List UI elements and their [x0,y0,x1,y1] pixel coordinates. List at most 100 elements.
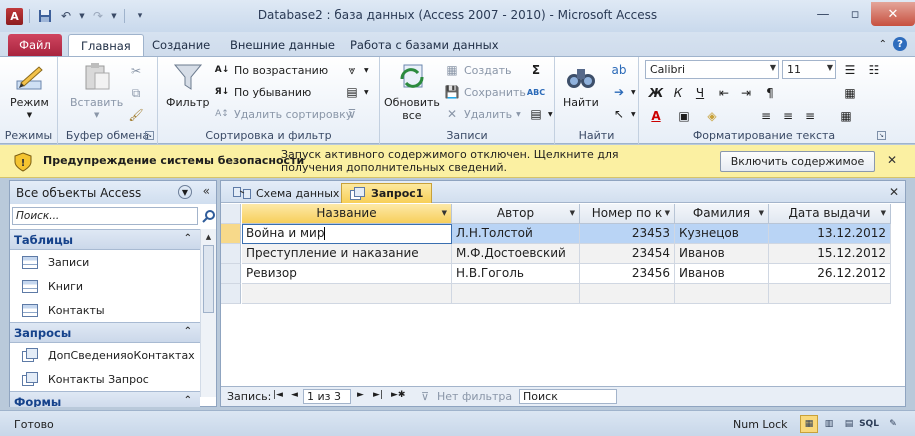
paste-button[interactable]: Вставить ▼ [70,61,123,122]
nav-item-query[interactable]: Контакты Запрос [10,367,200,391]
tab-database-tools[interactable]: Работа с базами данных [338,34,511,56]
table-cell[interactable]: 15.12.2012 [769,244,891,264]
chevron-down-icon[interactable]: ▼ [442,209,447,217]
filter-status-button[interactable]: Нет фильтра [437,390,512,403]
font-name-combo[interactable]: Calibri ▼ [645,60,779,79]
dialog-launcher-icon[interactable]: ↘ [145,131,154,140]
sort-ascending-button[interactable]: A↓ По возрастанию [214,60,328,80]
select-all-cell[interactable] [221,204,241,224]
table-cell[interactable]: Л.Н.Толстой [452,224,580,244]
record-search-input[interactable]: Поиск [519,389,617,404]
chevron-down-icon[interactable]: ▼ [178,185,192,199]
nav-item-table[interactable]: Контакты [10,298,200,322]
table-cell[interactable]: Ревизор [242,264,452,284]
column-header[interactable]: Дата выдачи ▼ [769,204,891,224]
first-record-icon[interactable]: |◄ [273,390,283,400]
indent-increase-button[interactable]: ⇥ [735,83,757,103]
table-row[interactable]: Война и мир Л.Н.Толстой 23453 Кузнецов 1… [221,224,905,244]
nav-group-tables[interactable]: Таблицы ⌃ [10,229,200,250]
italic-button[interactable]: К [667,83,689,103]
find-button[interactable]: Найти [563,61,599,109]
close-icon[interactable]: ✕ [889,185,899,199]
refresh-all-button[interactable]: Обновить все [384,61,440,122]
chevron-down-icon[interactable]: ▼ [759,209,764,217]
prev-record-icon[interactable]: ◄ [291,390,298,400]
enable-content-button[interactable]: Включить содержимое [720,151,875,172]
chevron-down-icon[interactable]: ▼ [570,209,575,217]
column-header[interactable]: Автор ▼ [452,204,580,224]
nav-item-table[interactable]: Записи [10,250,200,274]
highlight-button[interactable]: ▦ [839,83,861,103]
pivot-table-view-icon[interactable]: ▥ [820,415,838,433]
replace-button[interactable]: ab [611,60,627,80]
bullets-button[interactable]: ☰ [839,60,861,80]
table-cell[interactable] [242,284,452,304]
row-selector[interactable] [221,284,241,304]
sort-descending-button[interactable]: Я↓ По убыванию [214,82,312,102]
format-painter-button[interactable]: 🖌 [128,105,144,125]
table-cell[interactable] [675,284,769,304]
new-record-icon[interactable]: ►✱ [391,390,405,400]
font-size-combo[interactable]: 11 ▼ [782,60,836,79]
tab-file[interactable]: Файл [8,34,62,56]
nav-scrollbar[interactable]: ▲ [200,229,216,397]
align-center-button[interactable]: ≡ [777,106,799,126]
doc-tab-relationships[interactable]: Схема данных [225,183,347,203]
column-header[interactable]: Фамилия ▼ [675,204,769,224]
copy-button[interactable]: ⧉ [128,83,144,103]
maximize-icon[interactable]: ▫ [839,2,871,26]
indent-decrease-button[interactable]: ⇤ [713,83,735,103]
pivot-chart-view-icon[interactable]: ▤ [840,415,858,433]
fill-color-button[interactable]: ▣ [673,106,695,126]
nav-group-queries[interactable]: Запросы ⌃ [10,322,200,343]
table-cell[interactable]: 23456 [580,264,675,284]
remove-sort-button[interactable]: A↕ Удалить сортировку [214,104,352,124]
numbering-button[interactable]: ☷ [863,60,885,80]
chevron-down-icon[interactable]: ▼ [665,209,670,217]
close-icon[interactable]: ✕ [887,153,897,167]
security-warning-message[interactable]: Запуск активного содержимого отключен. Щ… [281,148,681,174]
table-cell[interactable]: М.Ф.Достоевский [452,244,580,264]
paragraph-direction-button[interactable]: ¶ [759,83,781,103]
bold-button[interactable]: Ж [645,83,667,103]
collapse-pane-icon[interactable]: « [203,184,210,198]
toggle-filter-button[interactable]: ⊽ [344,104,360,124]
table-cell[interactable]: Преступление и наказание [242,244,452,264]
tab-external-data[interactable]: Внешние данные [218,34,347,56]
more-records-button[interactable]: ▤ ▼ [528,104,552,124]
table-cell[interactable]: Кузнецов [675,224,769,244]
table-cell[interactable]: Война и мир [242,224,452,244]
table-row[interactable]: Преступление и наказание М.Ф.Достоевский… [221,244,905,264]
minimize-icon[interactable]: — [807,2,839,26]
goto-button[interactable]: ➔ ▼ [611,82,636,102]
column-header[interactable]: Название ▼ [242,204,452,224]
underline-button[interactable]: Ч [689,83,711,103]
sql-view-button[interactable]: SQL [859,415,879,433]
save-record-button[interactable]: 💾 Сохранить [444,82,526,102]
scroll-thumb[interactable] [203,245,214,313]
chevron-down-icon[interactable]: ▼ [881,209,886,217]
gridlines-button[interactable]: ▦ [835,106,857,126]
table-cell[interactable]: 23454 [580,244,675,264]
nav-search-input[interactable]: Поиск... [12,207,198,225]
column-header[interactable]: Номер по к ▼ [580,204,675,224]
table-cell[interactable]: 23453 [580,224,675,244]
new-record-row[interactable] [221,284,905,304]
row-selector[interactable] [221,224,241,244]
selection-filter-button[interactable]: ⩔ ▼ [344,60,369,80]
datasheet-view-icon[interactable]: ▦ [800,415,818,433]
table-cell[interactable]: Н.В.Гоголь [452,264,580,284]
table-cell[interactable]: Иванов [675,244,769,264]
nav-group-forms[interactable]: Формы ⌃ [10,391,200,407]
totals-button[interactable]: Σ [528,60,544,80]
close-icon[interactable]: ✕ [871,2,915,26]
scroll-up-icon[interactable]: ▲ [201,229,216,244]
row-selector[interactable] [221,244,241,264]
doc-tab-query1[interactable]: Запрос1 [341,183,433,203]
table-cell[interactable] [452,284,580,304]
delete-record-button[interactable]: ✕ Удалить ▼ [444,104,521,124]
view-mode-button[interactable]: Режим ▼ [10,61,49,122]
select-button[interactable]: ↖ ▼ [611,104,636,124]
table-cell[interactable] [769,284,891,304]
cut-button[interactable]: ✂ [128,61,144,81]
